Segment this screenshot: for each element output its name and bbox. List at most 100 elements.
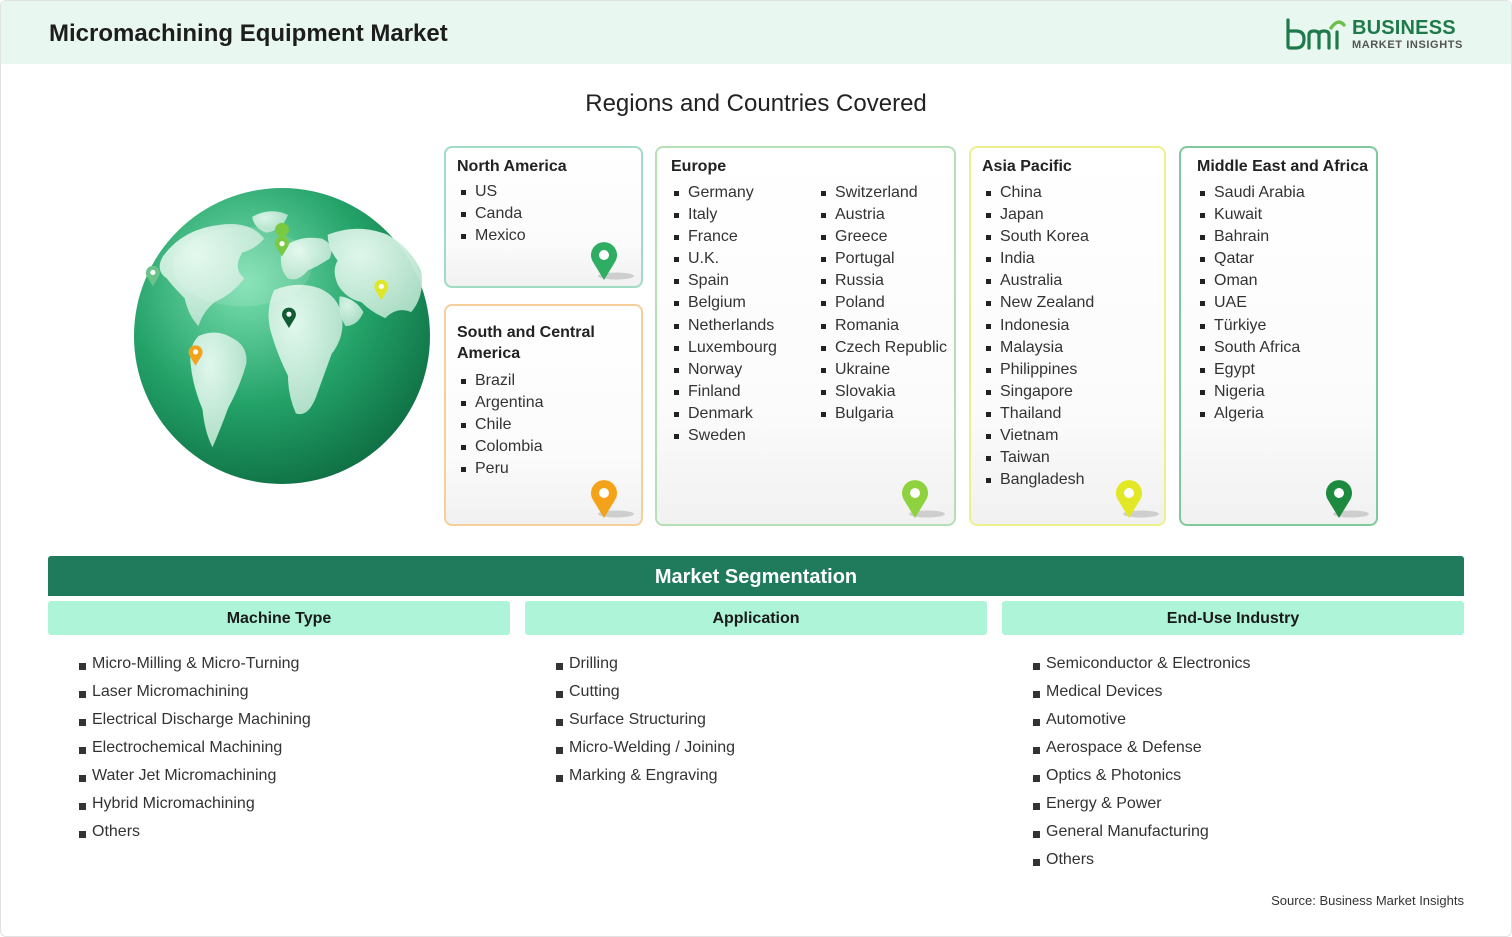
segment-item: Optics & Photonics <box>1033 763 1251 791</box>
country-list-south-central-america: Brazil Argentina Chile Colombia Peru <box>458 370 544 480</box>
country-item: Greece <box>818 226 947 248</box>
country-item: Denmark <box>671 403 777 425</box>
region-card-asia-pacific: Asia Pacific China Japan South Korea Ind… <box>969 146 1166 526</box>
country-list-north-america: US Canda Mexico <box>458 181 526 247</box>
segment-item: Automotive <box>1033 707 1251 735</box>
country-item: Portugal <box>818 248 947 270</box>
country-item: South Korea <box>983 226 1094 248</box>
country-item: Sweden <box>671 425 777 447</box>
segment-item: Hybrid Micromachining <box>79 791 311 819</box>
segment-heading-machine-type: Machine Type <box>48 601 510 635</box>
country-item: Argentina <box>458 392 544 414</box>
company-logo: BUSINESS MARKET INSIGHTS <box>1284 16 1463 52</box>
country-item: Chile <box>458 414 544 436</box>
region-card-europe: Europe Germany Italy France U.K. Spain B… <box>655 146 956 526</box>
country-item: New Zealand <box>983 292 1094 314</box>
segment-item: Medical Devices <box>1033 679 1251 707</box>
country-list-europe-col2: Switzerland Austria Greece Portugal Russ… <box>818 182 947 425</box>
country-item: UAE <box>1197 292 1305 314</box>
country-item: Russia <box>818 270 947 292</box>
country-item: Romania <box>818 315 947 337</box>
segment-item: Water Jet Micromachining <box>79 763 311 791</box>
country-item: Singapore <box>983 381 1094 403</box>
region-title-middle-east-africa: Middle East and Africa <box>1197 158 1368 175</box>
region-card-south-central-america: South and Central America Brazil Argenti… <box>444 304 643 526</box>
country-item: Slovakia <box>818 381 947 403</box>
country-item: France <box>671 226 777 248</box>
country-item: U.K. <box>671 248 777 270</box>
segment-item: Electrical Discharge Machining <box>79 707 311 735</box>
location-pin-icon <box>902 480 945 518</box>
segment-item: Aerospace & Defense <box>1033 735 1251 763</box>
country-item: Brazil <box>458 370 544 392</box>
segment-item: Electrochemical Machining <box>79 735 311 763</box>
logo-brand-line1: BUSINESS <box>1351 16 1456 39</box>
country-item: Peru <box>458 458 544 480</box>
page-title: Micromachining Equipment Market <box>49 20 448 47</box>
segment-item: Micro-Milling & Micro-Turning <box>79 651 311 679</box>
segment-item: Micro-Welding / Joining <box>556 735 735 763</box>
country-item: Malaysia <box>983 337 1094 359</box>
country-item: Mexico <box>458 225 526 247</box>
country-item: Netherlands <box>671 315 777 337</box>
country-item: Poland <box>818 292 947 314</box>
country-item: Thailand <box>983 403 1094 425</box>
segment-item: Cutting <box>556 679 735 707</box>
location-pin-icon <box>591 242 634 280</box>
segment-item: Marking & Engraving <box>556 763 735 791</box>
segment-item: Drilling <box>556 651 735 679</box>
country-item: Australia <box>983 270 1094 292</box>
location-pin-icon <box>591 480 634 518</box>
country-item: Bahrain <box>1197 226 1305 248</box>
country-item: Belgium <box>671 292 777 314</box>
country-item: Egypt <box>1197 359 1305 381</box>
country-item: Italy <box>671 204 777 226</box>
country-item: Germany <box>671 182 777 204</box>
country-list-middle-east-africa: Saudi Arabia Kuwait Bahrain Qatar Oman U… <box>1197 182 1305 425</box>
country-item: Austria <box>818 204 947 226</box>
region-title-north-america: North America <box>457 158 567 175</box>
region-title-south-central-america: South and Central America <box>457 324 595 362</box>
segment-list-end-use-industry: Semiconductor & Electronics Medical Devi… <box>1033 651 1251 875</box>
country-item: Philippines <box>983 359 1094 381</box>
country-item: Bulgaria <box>818 403 947 425</box>
country-item: Finland <box>671 381 777 403</box>
globe-illustration <box>133 187 431 485</box>
country-item: Switzerland <box>818 182 947 204</box>
segment-item: Others <box>1033 847 1251 875</box>
header-bar: Micromachining Equipment Market BUSINESS… <box>1 1 1511 64</box>
country-item: China <box>983 182 1094 204</box>
country-item: Norway <box>671 359 777 381</box>
region-title-asia-pacific: Asia Pacific <box>982 158 1072 175</box>
country-list-europe-col1: Germany Italy France U.K. Spain Belgium … <box>671 182 777 447</box>
regions-title: Regions and Countries Covered <box>585 90 927 117</box>
bmi-logo-icon <box>1286 18 1346 50</box>
country-item: Oman <box>1197 270 1305 292</box>
country-item: Japan <box>983 204 1094 226</box>
segment-item: Energy & Power <box>1033 791 1251 819</box>
country-list-asia-pacific: China Japan South Korea India Australia … <box>983 182 1094 491</box>
country-item: India <box>983 248 1094 270</box>
logo-brand-line2: MARKET INSIGHTS <box>1351 38 1463 51</box>
location-pin-icon <box>1326 480 1369 518</box>
country-item: Türkiye <box>1197 315 1305 337</box>
segment-item: General Manufacturing <box>1033 819 1251 847</box>
region-card-north-america: North America US Canda Mexico <box>444 146 643 288</box>
region-card-middle-east-africa: Middle East and Africa Saudi Arabia Kuwa… <box>1179 146 1378 526</box>
segment-heading-end-use-industry: End-Use Industry <box>1002 601 1464 635</box>
region-title-europe: Europe <box>671 158 727 175</box>
segment-list-application: Drilling Cutting Surface Structuring Mic… <box>556 651 735 791</box>
country-item: Canda <box>458 203 526 225</box>
country-item: Indonesia <box>983 315 1094 337</box>
country-item: Qatar <box>1197 248 1305 270</box>
country-item: Algeria <box>1197 403 1305 425</box>
country-item: Saudi Arabia <box>1197 182 1305 204</box>
segment-list-machine-type: Micro-Milling & Micro-Turning Laser Micr… <box>79 651 311 847</box>
country-item: Spain <box>671 270 777 292</box>
segment-item: Others <box>79 819 311 847</box>
country-item: Bangladesh <box>983 469 1094 491</box>
segment-heading-application: Application <box>525 601 987 635</box>
country-item: US <box>458 181 526 203</box>
country-item: Taiwan <box>983 447 1094 469</box>
country-item: Kuwait <box>1197 204 1305 226</box>
